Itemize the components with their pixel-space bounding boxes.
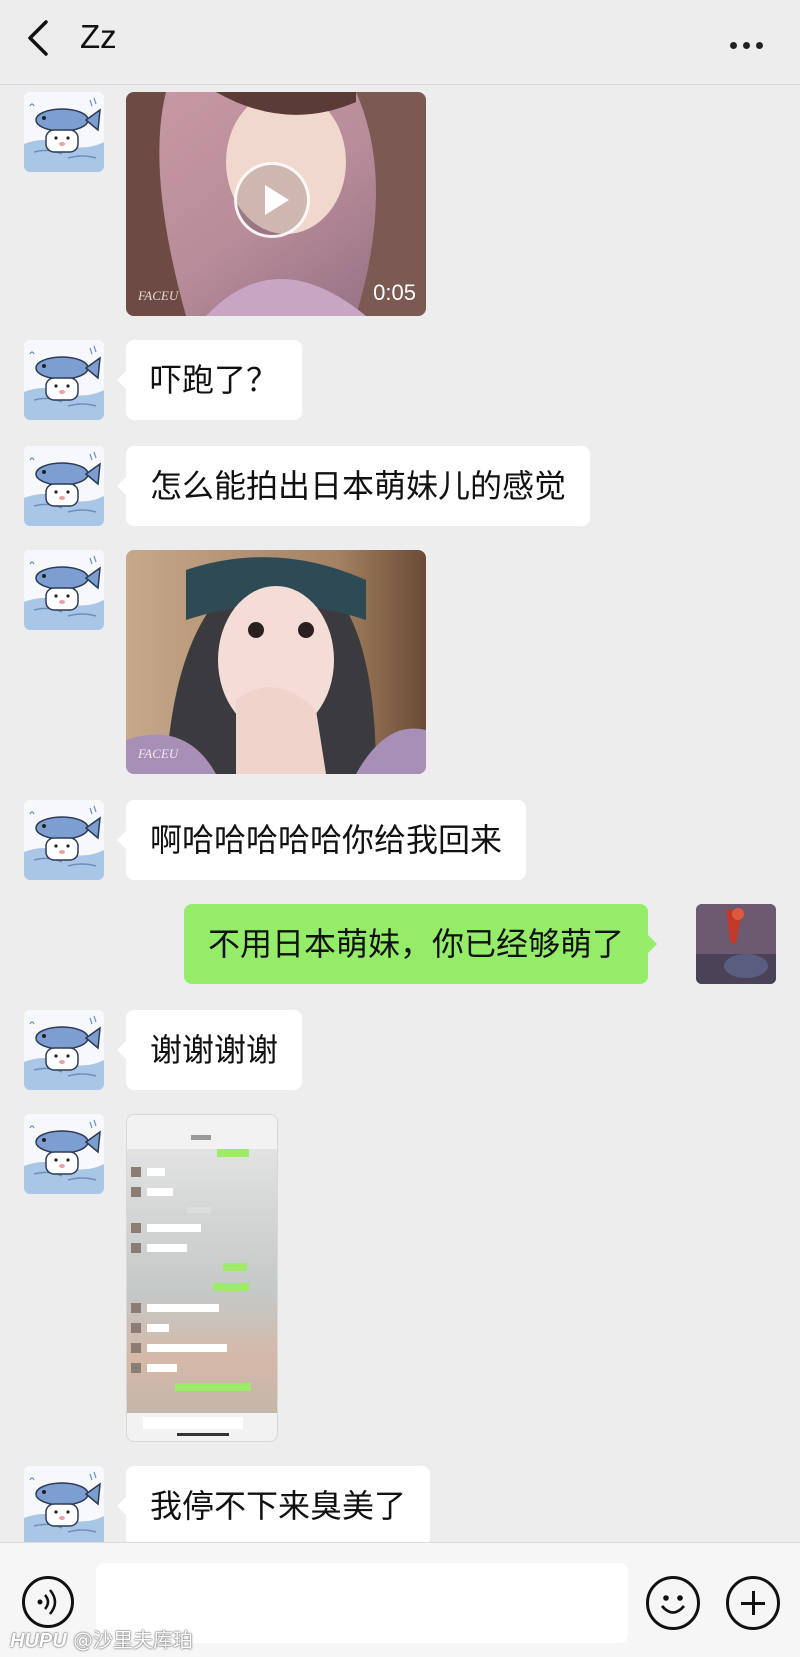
chat-screenshot-thumbnail: [127, 1115, 277, 1441]
contact-avatar[interactable]: [24, 446, 104, 526]
faceu-watermark: FACEU: [138, 746, 179, 761]
image-message[interactable]: FACEU: [126, 550, 426, 774]
voice-icon[interactable]: [22, 1576, 74, 1628]
emoji-icon[interactable]: [646, 1576, 700, 1630]
my-message-bubble[interactable]: 不用日本萌妹，你已经够萌了: [184, 904, 658, 984]
video-message[interactable]: 0:05 FACEU: [126, 92, 426, 316]
more-dots-icon[interactable]: [730, 34, 770, 49]
contact-avatar[interactable]: [24, 340, 104, 420]
message-bubble[interactable]: 吓跑了？: [116, 340, 303, 420]
faceu-watermark: FACEU: [138, 288, 179, 303]
message-bubble[interactable]: 谢谢谢谢: [116, 1010, 303, 1090]
chevron-left-icon[interactable]: [22, 18, 56, 58]
play-button[interactable]: [234, 162, 310, 238]
message-bubble[interactable]: 怎么能拍出日本萌妹儿的感觉: [116, 446, 591, 526]
watermark-handle: @沙里夫库珀: [73, 1628, 194, 1652]
watermark-brand: HUPU: [10, 1630, 67, 1652]
contact-avatar[interactable]: [24, 800, 104, 880]
contact-avatar[interactable]: [24, 92, 104, 172]
my-avatar[interactable]: [696, 904, 776, 984]
message-bubble[interactable]: 我停不下来臭美了: [116, 1466, 431, 1546]
screenshot-image-message[interactable]: [126, 1114, 278, 1442]
photo-thumbnail: [126, 550, 426, 774]
contact-avatar[interactable]: [24, 550, 104, 630]
cartoon-avatar-image: [696, 904, 776, 984]
hupu-watermark: HUPU @沙里夫库珀: [10, 1624, 193, 1653]
chat-title: Zz: [80, 18, 117, 55]
contact-avatar[interactable]: [24, 1010, 104, 1090]
contact-avatar[interactable]: [24, 1114, 104, 1194]
contact-avatar[interactable]: [24, 1466, 104, 1546]
message-bubble[interactable]: 啊哈哈哈哈哈你给我回来: [116, 800, 527, 880]
video-duration: 0:05: [373, 280, 416, 305]
plus-icon[interactable]: [726, 1576, 780, 1630]
chat-header: Zz: [0, 0, 800, 85]
